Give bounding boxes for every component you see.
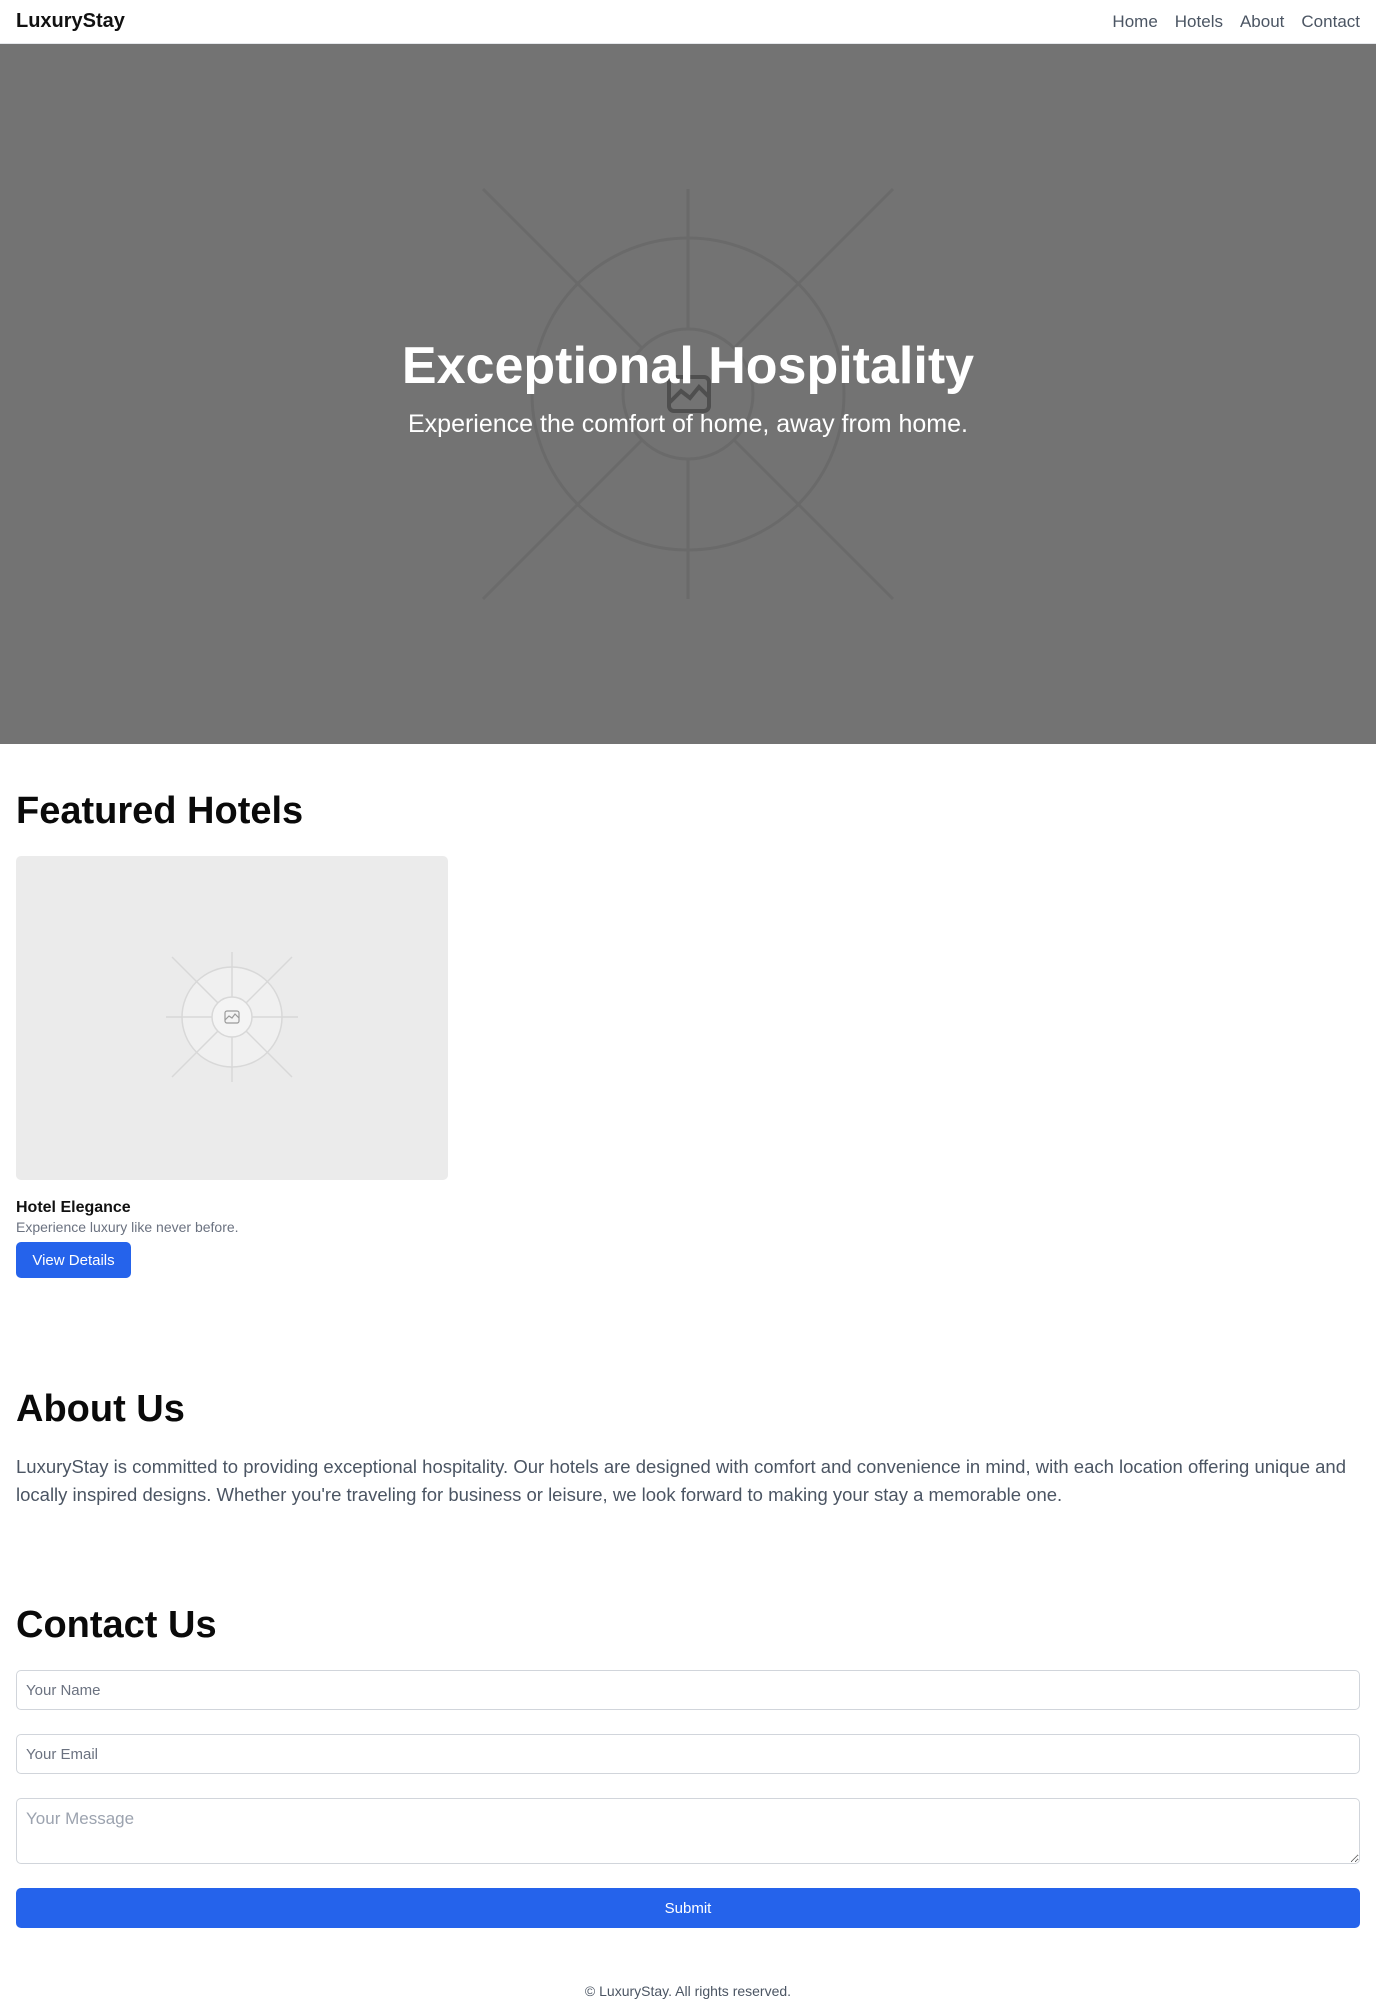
nav-about[interactable]: About — [1240, 12, 1284, 32]
hotel-card-description: Experience luxury like never before. — [16, 1219, 239, 1235]
footer-copyright: © LuxuryStay. All rights reserved. — [584, 1983, 792, 1999]
message-textarea[interactable] — [16, 1798, 1360, 1864]
contact-heading: Contact Us — [16, 1604, 217, 1646]
nav-home[interactable]: Home — [1112, 12, 1157, 32]
nav-hotels[interactable]: Hotels — [1175, 12, 1223, 32]
site-header: LuxuryStay Home Hotels About Contact — [0, 0, 1376, 44]
nav-contact[interactable]: Contact — [1301, 12, 1360, 32]
hotel-card-title: Hotel Elegance — [16, 1199, 131, 1216]
about-text: LuxuryStay is committed to providing exc… — [16, 1456, 1347, 1505]
submit-button[interactable]: Submit — [16, 1888, 1360, 1928]
featured-hotels-heading: Featured Hotels — [16, 790, 304, 832]
image-placeholder-icon — [166, 952, 298, 1082]
email-input[interactable] — [16, 1734, 1360, 1774]
hero-title: Exceptional Hospitality — [401, 337, 975, 395]
hero-subtitle: Experience the comfort of home, away fro… — [408, 410, 968, 438]
about-heading: About Us — [16, 1388, 185, 1430]
name-input[interactable] — [16, 1670, 1360, 1710]
main-nav: Home Hotels About Contact — [1112, 12, 1360, 32]
hotel-card-image[interactable] — [16, 856, 448, 1180]
brand-logo[interactable]: LuxuryStay — [16, 10, 125, 33]
hero-section: Exceptional Hospitality Experience the c… — [0, 44, 1376, 744]
view-details-button[interactable]: View Details — [16, 1242, 131, 1278]
